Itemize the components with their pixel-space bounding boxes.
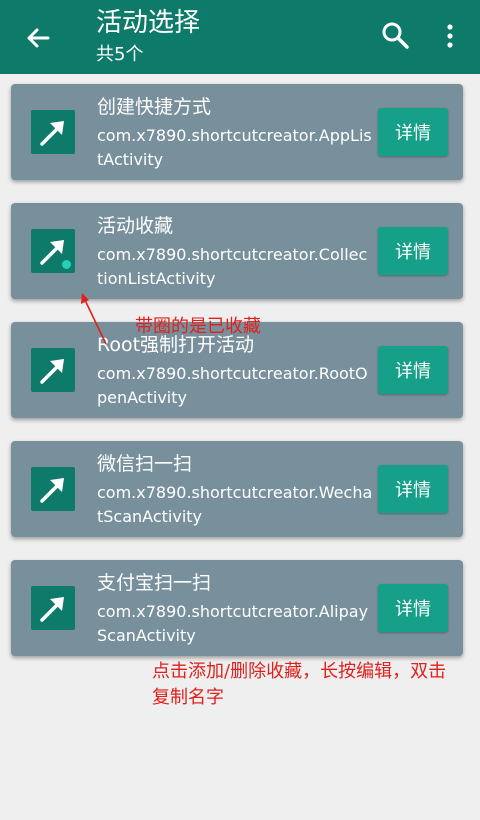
- activity-icon: [31, 348, 75, 392]
- back-button[interactable]: [22, 22, 54, 54]
- activity-icon: [31, 586, 75, 630]
- detail-button[interactable]: 详情: [378, 584, 448, 632]
- detail-button[interactable]: 详情: [378, 108, 448, 156]
- usage-annotation: 点击添加/删除收藏，长按编辑，双击复制名字: [152, 661, 447, 708]
- detail-button[interactable]: 详情: [378, 346, 448, 394]
- activity-card[interactable]: 活动收藏 com.x7890.shortcutcreator.Collectio…: [11, 203, 463, 299]
- shortcut-arrow-icon: [40, 597, 64, 622]
- arrow-back-icon: [27, 28, 50, 48]
- activity-name: 微信扫一扫: [97, 453, 193, 475]
- activity-name: 活动收藏: [97, 215, 174, 237]
- activity-package: com.x7890.shortcutcreator.WechatScanActi…: [97, 483, 373, 526]
- shortcut-arrow-icon: [40, 359, 64, 384]
- page-subtitle: 共5个: [96, 44, 144, 65]
- annotation-arrow: [81, 293, 107, 345]
- activity-name: 支付宝扫一扫: [97, 572, 212, 594]
- shortcut-arrow-icon: [40, 478, 64, 503]
- search-icon: [382, 22, 409, 49]
- detail-button[interactable]: 详情: [378, 465, 448, 513]
- activity-package: com.x7890.shortcutcreator.CollectionList…: [97, 245, 368, 288]
- app-bar: 活动选择 共5个: [0, 0, 480, 74]
- activity-card[interactable]: 支付宝扫一扫 com.x7890.shortcutcreator.AlipayS…: [11, 560, 463, 656]
- activity-icon: [31, 229, 75, 273]
- detail-button[interactable]: 详情: [378, 227, 448, 275]
- activity-card[interactable]: 微信扫一扫 com.x7890.shortcutcreator.WechatSc…: [11, 441, 463, 537]
- favorite-annotation: 带圈的是已收藏: [135, 316, 261, 337]
- activity-icon: [31, 467, 75, 511]
- activity-package: com.x7890.shortcutcreator.RootOpenActivi…: [97, 364, 368, 407]
- activity-package: com.x7890.shortcutcreator.AlipayScanActi…: [97, 602, 369, 645]
- more-options-button[interactable]: [440, 22, 460, 52]
- page-title: 活动选择: [96, 8, 201, 38]
- activity-name: 创建快捷方式: [97, 96, 212, 118]
- more-vert-icon: [447, 24, 453, 48]
- activity-package: com.x7890.shortcutcreator.AppListActivit…: [97, 126, 372, 169]
- favorite-dot: [62, 260, 71, 269]
- search-button[interactable]: [380, 20, 410, 50]
- shortcut-arrow-icon: [40, 121, 64, 146]
- activity-card[interactable]: 创建快捷方式 com.x7890.shortcutcreator.AppList…: [11, 84, 463, 180]
- activity-icon: [31, 110, 75, 154]
